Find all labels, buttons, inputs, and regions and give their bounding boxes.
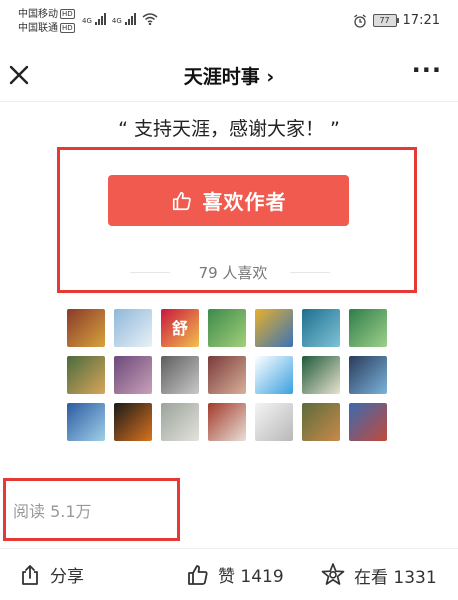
clock: 17:21 xyxy=(402,13,440,28)
wow-button[interactable]: 在看 1331 xyxy=(320,562,437,588)
avatar-4[interactable] xyxy=(208,309,246,347)
avatar-8[interactable] xyxy=(67,356,105,394)
avatar-6[interactable] xyxy=(302,309,340,347)
footer-bar: 分享 赞 1419 在看 1331 xyxy=(0,550,458,600)
avatar-11[interactable] xyxy=(208,356,246,394)
avatar-14[interactable] xyxy=(349,356,387,394)
avatar-13[interactable] xyxy=(302,356,340,394)
account-title: 天涯时事 xyxy=(183,66,260,88)
annotation-box-like xyxy=(57,147,417,293)
avatar-7[interactable] xyxy=(349,309,387,347)
signal-2-icon xyxy=(124,13,136,25)
thumbs-up-icon xyxy=(188,564,208,585)
hd-badge-2: HD xyxy=(60,23,75,33)
share-label: 分享 xyxy=(50,567,84,587)
signal-1-icon xyxy=(94,13,106,25)
network-type-2: 4G xyxy=(111,17,122,25)
avatar-5[interactable] xyxy=(255,309,293,347)
avatar-16[interactable] xyxy=(114,403,152,441)
wifi-icon xyxy=(142,13,158,25)
like-count-label: 赞 1419 xyxy=(218,567,284,587)
alarm-icon xyxy=(353,13,366,28)
carrier-1: 中国移动 HD xyxy=(18,9,75,21)
more-button[interactable]: ··· xyxy=(412,56,442,84)
thanks-message: “ 支持天涯，感谢大家！ ” xyxy=(118,118,340,140)
wow-count-label: 在看 1331 xyxy=(354,567,437,588)
carrier-2: 中国联通 HD xyxy=(18,23,75,35)
account-title-link[interactable]: 天涯时事 › xyxy=(0,62,458,89)
network-type-1: 4G xyxy=(82,17,92,25)
share-icon xyxy=(22,564,38,585)
avatar-21[interactable] xyxy=(349,403,387,441)
chevron-right-icon: › xyxy=(266,66,275,88)
nav-bar: 天涯时事 › ··· xyxy=(0,44,458,102)
avatar-15[interactable] xyxy=(67,403,105,441)
share-button[interactable]: 分享 xyxy=(18,562,84,587)
status-bar: 中国移动 HD 中国联通 HD 4G 4G 77 17:21 xyxy=(0,0,458,44)
avatar-17[interactable] xyxy=(161,403,199,441)
signal-indicators: 4G 4G xyxy=(82,13,158,25)
avatar-2[interactable] xyxy=(114,309,152,347)
carrier-2-label: 中国联通 xyxy=(18,23,58,34)
like-button[interactable]: 赞 1419 xyxy=(186,562,284,587)
avatar-3-text: 舒 xyxy=(171,319,188,338)
avatar-3[interactable]: 舒 xyxy=(161,309,199,347)
star-icon xyxy=(321,563,345,585)
carrier-1-label: 中国移动 xyxy=(18,9,58,20)
avatar-20[interactable] xyxy=(302,403,340,441)
liker-avatar-grid: 舒 xyxy=(67,309,391,441)
footer-divider xyxy=(0,548,458,549)
avatar-18[interactable] xyxy=(208,403,246,441)
annotation-box-read xyxy=(3,478,180,541)
avatar-19[interactable] xyxy=(255,403,293,441)
avatar-10[interactable] xyxy=(161,356,199,394)
hd-badge: HD xyxy=(60,9,75,19)
battery-indicator: 77 xyxy=(372,14,399,27)
nav-divider xyxy=(0,101,458,102)
avatar-1[interactable] xyxy=(67,309,105,347)
status-right: 77 17:21 xyxy=(353,13,440,28)
avatar-12[interactable] xyxy=(255,356,293,394)
avatar-9[interactable] xyxy=(114,356,152,394)
